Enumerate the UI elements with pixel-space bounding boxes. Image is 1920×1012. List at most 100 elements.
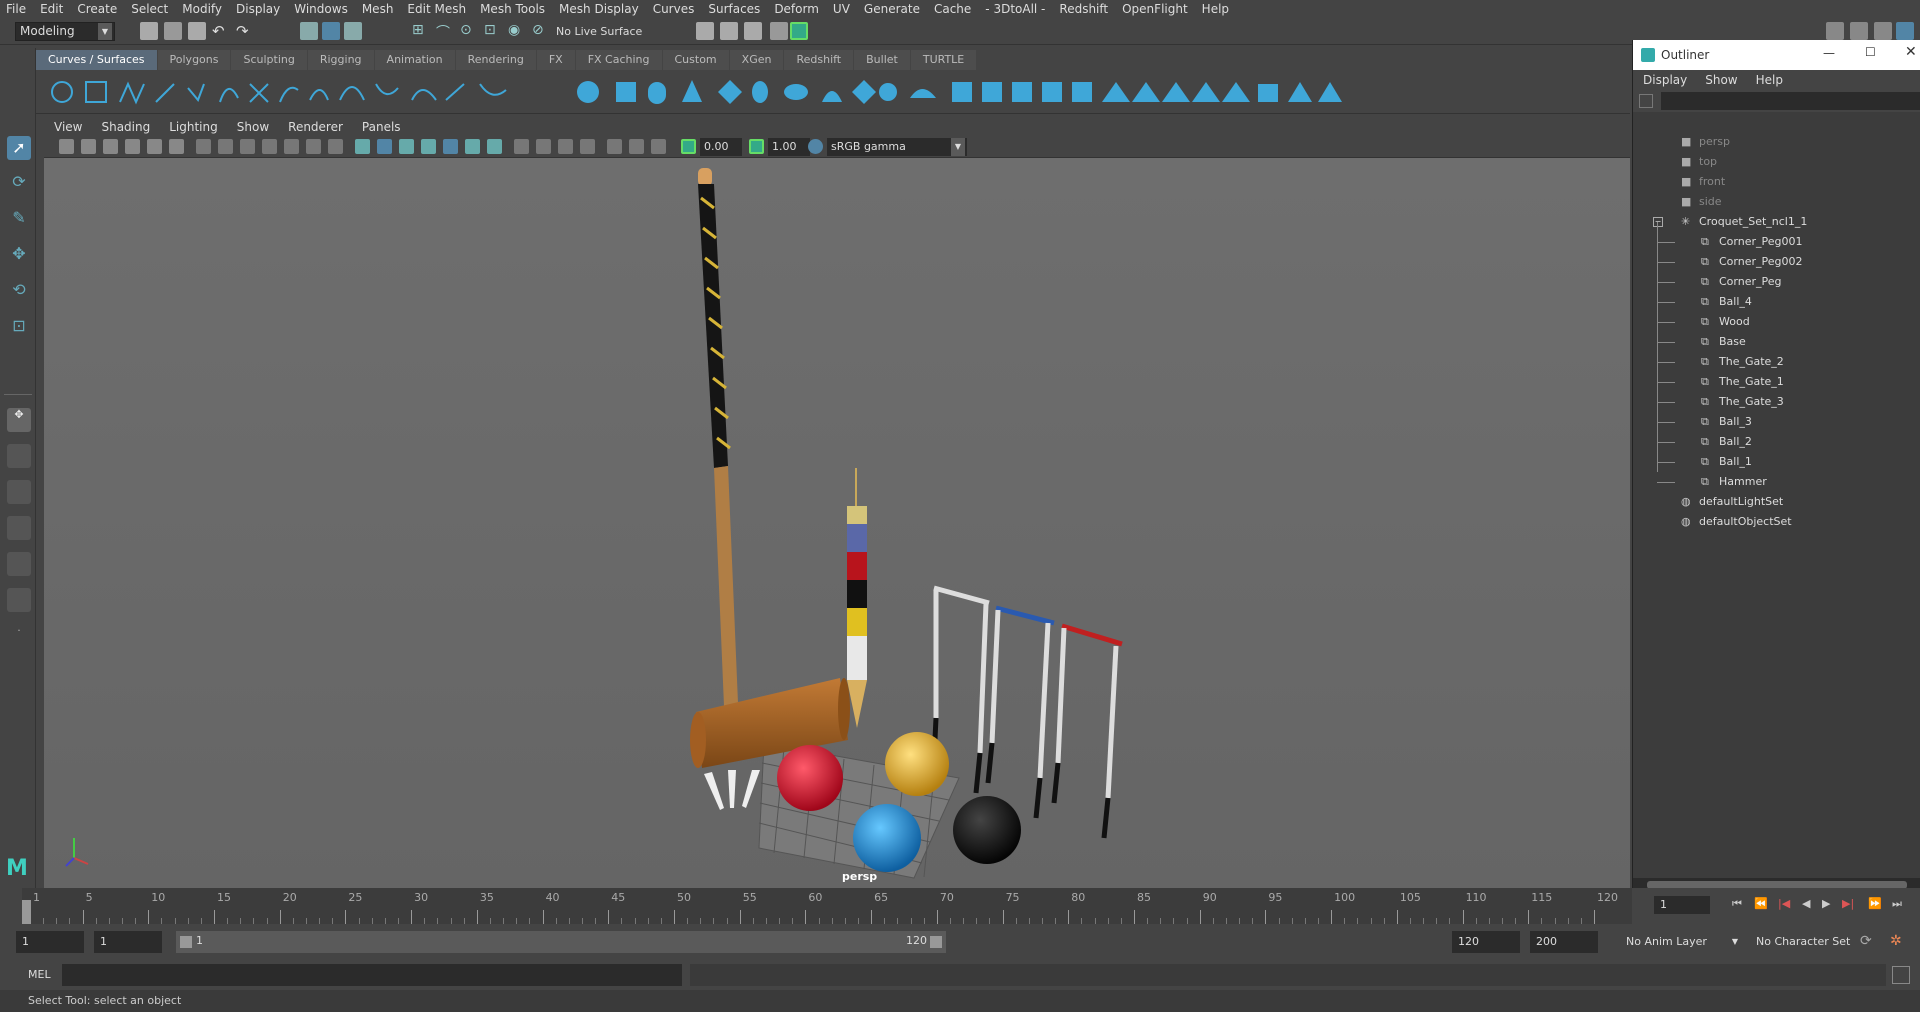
render-frame-icon[interactable] [696,22,714,40]
menu-3dtoall[interactable]: - 3DtoAll - [979,2,1053,16]
exposure-field[interactable]: 0.00 [700,138,742,156]
xray-active-icon[interactable] [629,139,644,154]
outliner-menu-show[interactable]: Show [1695,73,1745,87]
isolate-select-icon[interactable] [580,139,595,154]
menu-generate[interactable]: Generate [858,2,928,16]
gate-mask-icon[interactable] [262,139,277,154]
perspective-viewport[interactable]: persp [44,158,1630,888]
current-time-marker[interactable] [22,900,31,924]
single-pane-layout-icon[interactable]: ✥ [7,408,31,432]
panel-layout-icon[interactable] [1874,22,1892,40]
film-gate-icon[interactable] [218,139,233,154]
range-slider-end-handle[interactable] [930,936,942,948]
panel-menu-lighting[interactable]: Lighting [159,120,227,134]
make-live-icon[interactable]: ⊘ [532,22,550,40]
shelf-tab-rigging[interactable]: Rigging [307,50,374,70]
layout-icon[interactable] [1826,22,1844,40]
outliner-item-mesh[interactable]: ⧉ Corner_Peg001 [1633,232,1920,252]
attribute-editor-icon[interactable] [1896,22,1914,40]
new-scene-icon[interactable] [140,22,158,40]
script-language-toggle[interactable]: MEL [28,968,51,981]
outliner-item-camera[interactable]: ■ side [1633,192,1920,212]
outliner-item-mesh[interactable]: ⧉ The_Gate_1 [1633,372,1920,392]
live-surface-field[interactable]: No Live Surface [553,22,658,41]
2d-pan-zoom-icon[interactable] [147,139,162,154]
search-input[interactable] [1661,92,1920,110]
snap-view-icon[interactable]: ⊡ [484,22,502,40]
outliner-item-set[interactable]: ◍ defaultLightSet [1633,492,1920,512]
color-management-icon[interactable] [808,139,823,154]
step-back-key-icon[interactable]: ⏪ [1754,897,1768,910]
step-forward-key-icon[interactable]: ⏩ [1868,897,1882,910]
playback-start-field[interactable]: 1 [94,931,162,953]
outliner-menu-display[interactable]: Display [1633,73,1695,87]
shadows-icon[interactable] [465,139,480,154]
menu-help[interactable]: Help [1196,2,1237,16]
step-back-frame-icon[interactable]: |◀ [1778,897,1790,910]
outliner-item-mesh[interactable]: ⧉ Corner_Peg002 [1633,252,1920,272]
shelf-tab-redshift[interactable]: Redshift [784,50,854,70]
ipr-render-icon[interactable] [720,22,738,40]
menu-curves[interactable]: Curves [647,2,703,16]
image-plane-icon[interactable] [125,139,140,154]
safe-title-icon[interactable] [328,139,343,154]
menu-mesh[interactable]: Mesh [356,2,402,16]
search-options-icon[interactable] [1639,94,1653,108]
minimize-icon[interactable]: — [1823,46,1835,60]
textured-icon[interactable] [421,139,436,154]
wireframe-on-shaded-icon[interactable] [399,139,414,154]
shelf-tab-rendering[interactable]: Rendering [455,50,536,70]
script-editor-icon[interactable] [1892,966,1910,984]
menu-edit-mesh[interactable]: Edit Mesh [401,2,474,16]
use-all-lights-icon[interactable] [443,139,458,154]
resolution-gate-icon[interactable] [240,139,255,154]
shelf-tab-curves-surfaces[interactable]: Curves / Surfaces [36,50,157,70]
animation-start-field[interactable]: 1 [16,931,84,953]
redo-icon[interactable]: ↷ [236,22,254,40]
snap-surface-icon[interactable]: ◉ [508,22,526,40]
exposure-icon[interactable] [681,139,696,154]
menu-modify[interactable]: Modify [176,2,230,16]
shelf-tab-polygons[interactable]: Polygons [157,50,231,70]
camera-select-icon[interactable] [59,139,74,154]
panel-menu-renderer[interactable]: Renderer [278,120,352,134]
panel-menu-view[interactable]: View [44,120,91,134]
field-chart-icon[interactable] [284,139,299,154]
grid-icon[interactable] [196,139,211,154]
step-forward-frame-icon[interactable]: ▶| [1842,897,1854,910]
depth-of-field-icon[interactable] [558,139,573,154]
select-hierarchy-icon[interactable] [300,22,318,40]
shelf-tab-sculpting[interactable]: Sculpting [231,50,307,70]
gamma-icon[interactable] [749,139,764,154]
play-backwards-icon[interactable]: ◀ [1802,897,1810,910]
character-set-select[interactable]: No Character Set [1748,931,1870,953]
grease-pencil-icon[interactable] [169,139,184,154]
menu-file[interactable]: File [0,2,34,16]
play-forwards-icon[interactable]: ▶ [1822,897,1830,910]
select-component-icon[interactable] [344,22,362,40]
rotate-tool-icon[interactable]: ⟲ [7,280,31,304]
menu-deform[interactable]: Deform [768,2,827,16]
shelf-tab-xgen[interactable]: XGen [729,50,784,70]
menu-create[interactable]: Create [71,2,125,16]
range-slider[interactable]: 1 120 [176,931,946,953]
undo-icon[interactable]: ↶ [212,22,230,40]
menu-mesh-tools[interactable]: Mesh Tools [474,2,553,16]
select-object-icon[interactable] [322,22,340,40]
open-scene-icon[interactable] [164,22,182,40]
playback-end-field[interactable]: 120 [1452,931,1520,953]
outliner-item-mesh[interactable]: ⧉ The_Gate_2 [1633,352,1920,372]
bookmark-icon[interactable] [103,139,118,154]
menu-uv[interactable]: UV [827,2,858,16]
menu-openflight[interactable]: OpenFlight [1116,2,1196,16]
outliner-persp-layout-icon[interactable] [7,552,31,576]
outliner-item-group[interactable]: − ✳ Croquet_Set_ncl1_1 [1633,212,1920,232]
snap-curve-icon[interactable]: ⌒ [436,22,454,41]
render-settings-icon[interactable] [744,22,762,40]
wireframe-icon[interactable] [355,139,370,154]
menu-display[interactable]: Display [230,2,288,16]
collapse-icon[interactable]: − [1653,217,1663,227]
safe-action-icon[interactable] [306,139,321,154]
outliner-item-mesh[interactable]: ⧉ Wood [1633,312,1920,332]
outliner-item-mesh[interactable]: ⧉ Corner_Peg [1633,272,1920,292]
